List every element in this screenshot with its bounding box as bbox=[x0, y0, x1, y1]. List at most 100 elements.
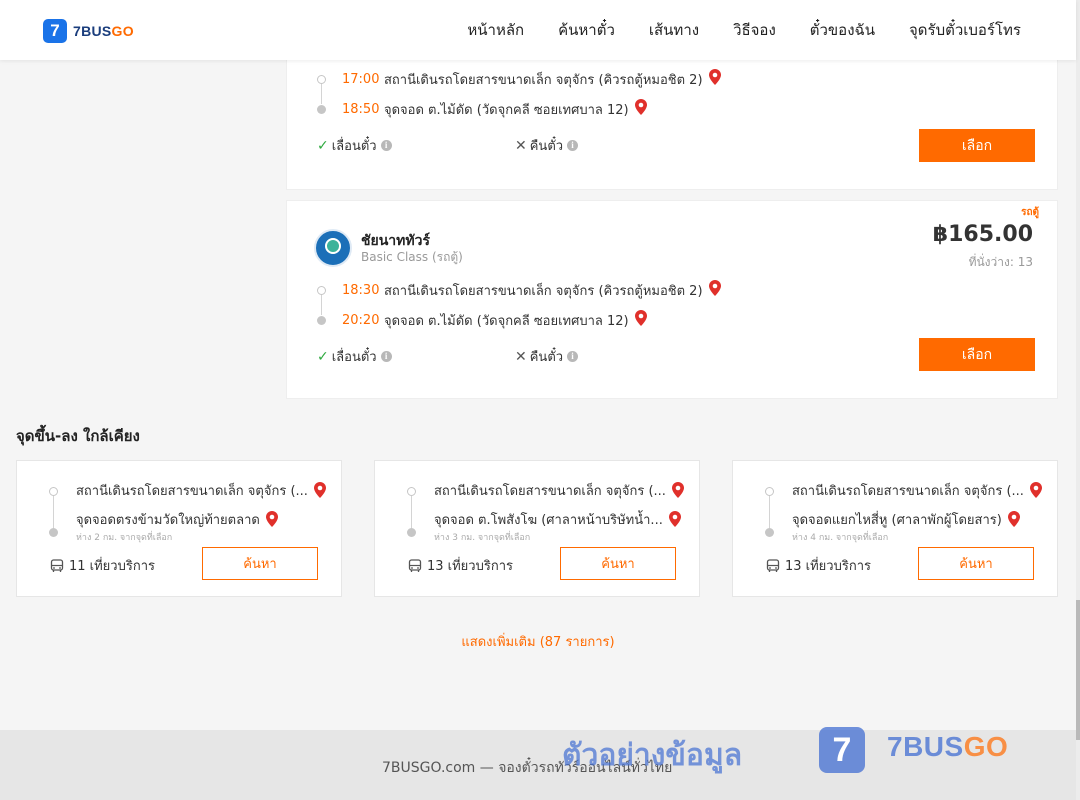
check-icon: ✓ bbox=[317, 137, 329, 154]
location-pin-icon[interactable] bbox=[313, 481, 326, 502]
route-line bbox=[53, 496, 54, 529]
scrollbar-thumb[interactable] bbox=[1076, 600, 1080, 740]
arrival-time: 20:20 bbox=[342, 312, 380, 328]
logo-icon: 7 bbox=[43, 19, 67, 43]
service-class: Basic Class (รถตู้) bbox=[361, 250, 463, 264]
departure-time: 18:30 bbox=[342, 282, 380, 298]
nearby-origin: สถานีเดินรถโดยสารขนาดเล็ก จตุจักร (... bbox=[434, 480, 684, 502]
info-icon[interactable]: i bbox=[380, 351, 392, 362]
trip-count: 11 เที่ยวบริการ bbox=[50, 555, 155, 576]
route-line bbox=[411, 496, 412, 529]
arrival-time: 18:50 bbox=[342, 101, 380, 117]
nearby-section-title: จุดขึ้น-ลง ใกล้เคียง bbox=[16, 427, 140, 445]
refund-policy: ✕ คืนตั๋ว i bbox=[515, 346, 579, 367]
departure-place: สถานีเดินรถโดยสารขนาดเล็ก จตุจักร (คิวรถ… bbox=[384, 72, 703, 88]
location-pin-icon[interactable] bbox=[634, 310, 647, 330]
reschedule-label: เลื่อนตั๋ว bbox=[331, 139, 377, 154]
nearby-card: สถานีเดินรถโดยสารขนาดเล็ก จตุจักร (... จ… bbox=[732, 460, 1058, 597]
refund-label: คืนตั๋ว bbox=[529, 350, 564, 365]
close-icon: ✕ bbox=[515, 137, 527, 154]
ticket-price: ฿165.00 bbox=[932, 222, 1033, 247]
nearby-search-button[interactable]: ค้นหา bbox=[202, 547, 318, 580]
location-pin-icon[interactable] bbox=[1007, 510, 1020, 531]
nav-item-home[interactable]: หน้าหลัก bbox=[467, 18, 524, 42]
check-icon: ✓ bbox=[317, 348, 329, 365]
destination-dot bbox=[407, 528, 416, 537]
nearby-destination: จุดจอด ต.โพสังโฆ (ศาลาหน้าบริษัทน้ำ... bbox=[434, 509, 681, 531]
refund-label: คืนตั๋ว bbox=[529, 139, 564, 154]
trip-card: รถตู้ ชัยนาททัวร์ Basic Class (รถตู้) ฿1… bbox=[286, 200, 1058, 399]
arrival-dot bbox=[317, 104, 326, 114]
location-pin-icon[interactable] bbox=[671, 481, 684, 502]
reschedule-label: เลื่อนตั๋ว bbox=[331, 350, 377, 365]
top-header: 7 7BUSGO หน้าหลัก ค้นหาตั๋ว เส้นทาง วิธี… bbox=[0, 0, 1076, 60]
trip-count: 13 เที่ยวบริการ bbox=[408, 555, 513, 576]
nav-item-my-tickets[interactable]: ตั๋วของฉัน bbox=[810, 18, 875, 42]
departure-stop: 18:30 สถานีเดินรถโดยสารขนาดเล็ก จตุจักร … bbox=[317, 275, 721, 305]
reschedule-policy: ✓ เลื่อนตั๋ว i bbox=[317, 346, 392, 367]
nav-item-routes[interactable]: เส้นทาง bbox=[649, 18, 699, 42]
departure-dot bbox=[317, 74, 326, 84]
nearby-distance: ห่าง 2 กม. จากจุดที่เลือก bbox=[76, 533, 173, 543]
reschedule-policy: ✓ เลื่อนตั๋ว i bbox=[317, 135, 392, 156]
available-seats: ที่นั่งว่าง: 13 bbox=[968, 255, 1033, 269]
location-pin-icon[interactable] bbox=[634, 99, 647, 119]
main-nav: หน้าหลัก ค้นหาตั๋ว เส้นทาง วิธีจอง ตั๋วข… bbox=[433, 0, 1021, 60]
route-line bbox=[769, 496, 770, 529]
arrival-dot bbox=[317, 315, 326, 325]
site-logo[interactable]: 7 7BUSGO bbox=[43, 19, 134, 43]
destination-dot bbox=[49, 528, 58, 537]
watermark-logo-icon: 7 bbox=[819, 727, 865, 773]
arrival-place: จุดจอด ต.ไม้ดัด (วัดจุกคลี ซอยเทศบาล 12) bbox=[384, 313, 629, 329]
nearby-card: สถานีเดินรถโดยสารขนาดเล็ก จตุจักร (... จ… bbox=[16, 460, 342, 597]
nearby-origin: สถานีเดินรถโดยสารขนาดเล็ก จตุจักร (... bbox=[76, 480, 326, 502]
destination-dot bbox=[765, 528, 774, 537]
show-more-link[interactable]: แสดงเพิ่มเติม (87 รายการ) bbox=[0, 631, 1076, 652]
nearby-destination: จุดจอดแยกไหสี่หู (ศาลาพักผู้โดยสาร) bbox=[792, 509, 1020, 531]
vehicle-type-badge: รถตู้ bbox=[1021, 207, 1039, 218]
nav-item-how-to-book[interactable]: วิธีจอง bbox=[733, 18, 776, 42]
location-pin-icon[interactable] bbox=[265, 510, 278, 531]
page-scrollbar[interactable] bbox=[1076, 0, 1080, 800]
bus-icon bbox=[50, 558, 64, 572]
bus-icon bbox=[766, 558, 780, 572]
info-icon[interactable]: i bbox=[567, 351, 579, 362]
select-trip-button[interactable]: เลือก bbox=[919, 129, 1035, 162]
location-pin-icon[interactable] bbox=[708, 69, 721, 89]
arrival-stop: 18:50 จุดจอด ต.ไม้ดัด (วัดจุกคลี ซอยเทศบ… bbox=[317, 94, 721, 124]
nav-item-search-ticket[interactable]: ค้นหาตั๋ว bbox=[558, 18, 615, 42]
trip-count: 13 เที่ยวบริการ bbox=[766, 555, 871, 576]
info-icon[interactable]: i bbox=[380, 140, 392, 151]
arrival-stop: 20:20 จุดจอด ต.ไม้ดัด (วัดจุกคลี ซอยเทศบ… bbox=[317, 305, 721, 335]
nearby-search-button[interactable]: ค้นหา bbox=[560, 547, 676, 580]
origin-dot bbox=[407, 487, 416, 496]
nav-item-ticket-pickup[interactable]: จุดรับตั๋วเบอร์โทร bbox=[909, 18, 1021, 42]
nearby-search-button[interactable]: ค้นหา bbox=[918, 547, 1034, 580]
close-icon: ✕ bbox=[515, 348, 527, 365]
nearby-distance: ห่าง 4 กม. จากจุดที่เลือก bbox=[792, 533, 889, 543]
location-pin-icon[interactable] bbox=[668, 510, 681, 531]
select-trip-button[interactable]: เลือก bbox=[919, 338, 1035, 371]
operator-logo-icon bbox=[314, 229, 352, 267]
trip-stops: 17:00 สถานีเดินรถโดยสารขนาดเล็ก จตุจักร … bbox=[317, 64, 721, 124]
origin-dot bbox=[765, 487, 774, 496]
departure-dot bbox=[317, 285, 326, 295]
trip-card: 17:00 สถานีเดินรถโดยสารขนาดเล็ก จตุจักร … bbox=[286, 60, 1058, 190]
bus-icon bbox=[408, 558, 422, 572]
departure-stop: 17:00 สถานีเดินรถโดยสารขนาดเล็ก จตุจักร … bbox=[317, 64, 721, 94]
info-icon[interactable]: i bbox=[567, 140, 579, 151]
arrival-place: จุดจอด ต.ไม้ดัด (วัดจุกคลี ซอยเทศบาล 12) bbox=[384, 102, 629, 118]
origin-dot bbox=[49, 487, 58, 496]
watermark-brand: 7BUSGO bbox=[887, 731, 1009, 762]
trip-stops: 18:30 สถานีเดินรถโดยสารขนาดเล็ก จตุจักร … bbox=[317, 275, 721, 335]
nearby-distance: ห่าง 3 กม. จากจุดที่เลือก bbox=[434, 533, 531, 543]
nearby-card: สถานีเดินรถโดยสารขนาดเล็ก จตุจักร (... จ… bbox=[374, 460, 700, 597]
nearby-destination: จุดจอดตรงข้ามวัดใหญ่ท้ายตลาด bbox=[76, 509, 278, 531]
departure-place: สถานีเดินรถโดยสารขนาดเล็ก จตุจักร (คิวรถ… bbox=[384, 283, 703, 299]
refund-policy: ✕ คืนตั๋ว i bbox=[515, 135, 579, 156]
location-pin-icon[interactable] bbox=[708, 280, 721, 300]
nearby-origin: สถานีเดินรถโดยสารขนาดเล็ก จตุจักร (... bbox=[792, 480, 1042, 502]
location-pin-icon[interactable] bbox=[1029, 481, 1042, 502]
logo-text: 7BUSGO bbox=[73, 23, 134, 39]
departure-time: 17:00 bbox=[342, 71, 380, 87]
